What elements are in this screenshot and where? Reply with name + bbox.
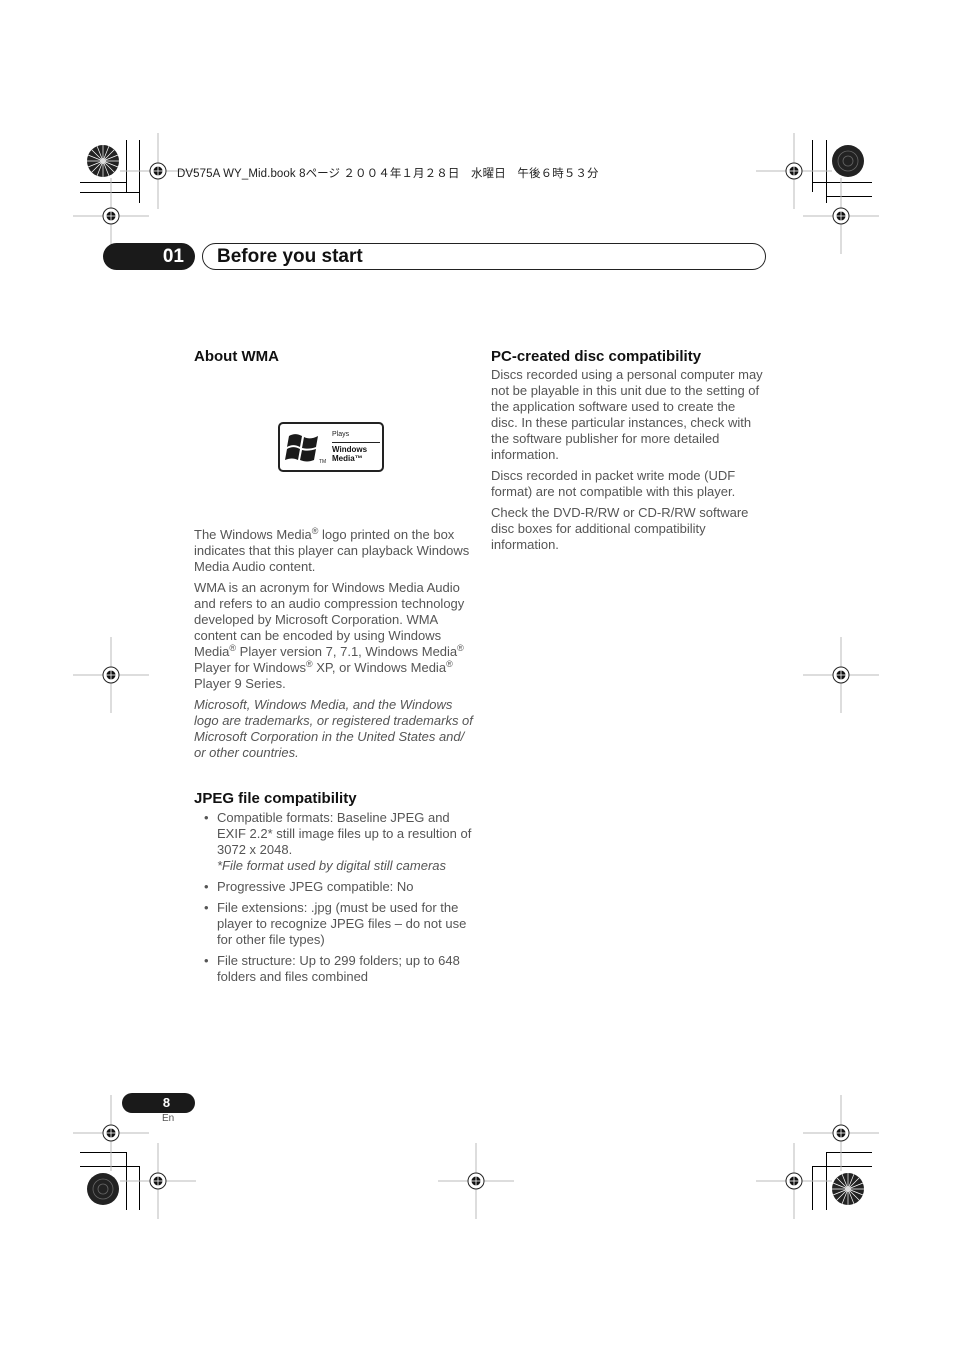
windows-media-logo: TM Plays Windows Media™ bbox=[278, 422, 384, 472]
logo-tm: TM bbox=[319, 459, 327, 465]
print-header-file-info: DV575A WY_Mid.book 8ページ ２００４年１月２８日 水曜日 午… bbox=[177, 168, 599, 180]
logo-media-text: Media™ bbox=[332, 454, 363, 463]
registration-target-icon bbox=[832, 1173, 864, 1205]
page-language: En bbox=[162, 1113, 175, 1124]
section-heading-pc-disc: PC-created disc compatibility bbox=[491, 348, 702, 365]
paragraph: The Windows Media® logo printed on the b… bbox=[194, 526, 470, 575]
list-item: File extensions: .jpg (must be used for … bbox=[194, 900, 474, 948]
registration-target-icon bbox=[832, 145, 864, 177]
footnote: *File format used by digital still camer… bbox=[217, 858, 447, 873]
crosshair-registration-icon bbox=[803, 637, 879, 713]
jpeg-list: Compatible formats: Baseline JPEG and EX… bbox=[194, 810, 474, 990]
registration-target-icon bbox=[87, 145, 119, 177]
windows-flag-icon bbox=[285, 434, 318, 462]
crosshair-registration-icon bbox=[756, 1143, 832, 1219]
section-heading-about-wma: About WMA bbox=[194, 348, 279, 365]
paragraph: Check the DVD-R/RW or CD-R/RW software d… bbox=[491, 505, 749, 552]
pc-disc-body: Discs recorded using a personal computer… bbox=[491, 367, 763, 558]
page-number: 8 bbox=[122, 1093, 195, 1113]
registration-target-icon bbox=[87, 1173, 119, 1205]
crosshair-registration-icon bbox=[120, 1143, 196, 1219]
crosshair-registration-icon bbox=[803, 178, 879, 254]
paragraph: Discs recorded using a personal computer… bbox=[491, 367, 763, 462]
chapter-title: Before you start bbox=[202, 243, 766, 270]
section-heading-jpeg: JPEG file compatibility bbox=[194, 790, 357, 807]
paragraph: Discs recorded in packet write mode (UDF… bbox=[491, 468, 736, 499]
logo-plays-text: Plays bbox=[332, 431, 350, 438]
list-item: Compatible formats: Baseline JPEG and EX… bbox=[194, 810, 474, 874]
crosshair-registration-icon bbox=[438, 1143, 514, 1219]
list-item: Progressive JPEG compatible: No bbox=[194, 879, 474, 895]
chapter-number: 01 bbox=[103, 243, 195, 270]
logo-windows-text: Windows bbox=[332, 445, 368, 454]
list-item: File structure: Up to 299 folders; up to… bbox=[194, 953, 474, 985]
crosshair-registration-icon bbox=[73, 637, 149, 713]
about-wma-body: The Windows Media® logo printed on the b… bbox=[194, 527, 474, 766]
trademark-note: Microsoft, Windows Media, and the Window… bbox=[194, 697, 473, 760]
paragraph: WMA is an acronym for Windows Media Audi… bbox=[194, 580, 465, 691]
